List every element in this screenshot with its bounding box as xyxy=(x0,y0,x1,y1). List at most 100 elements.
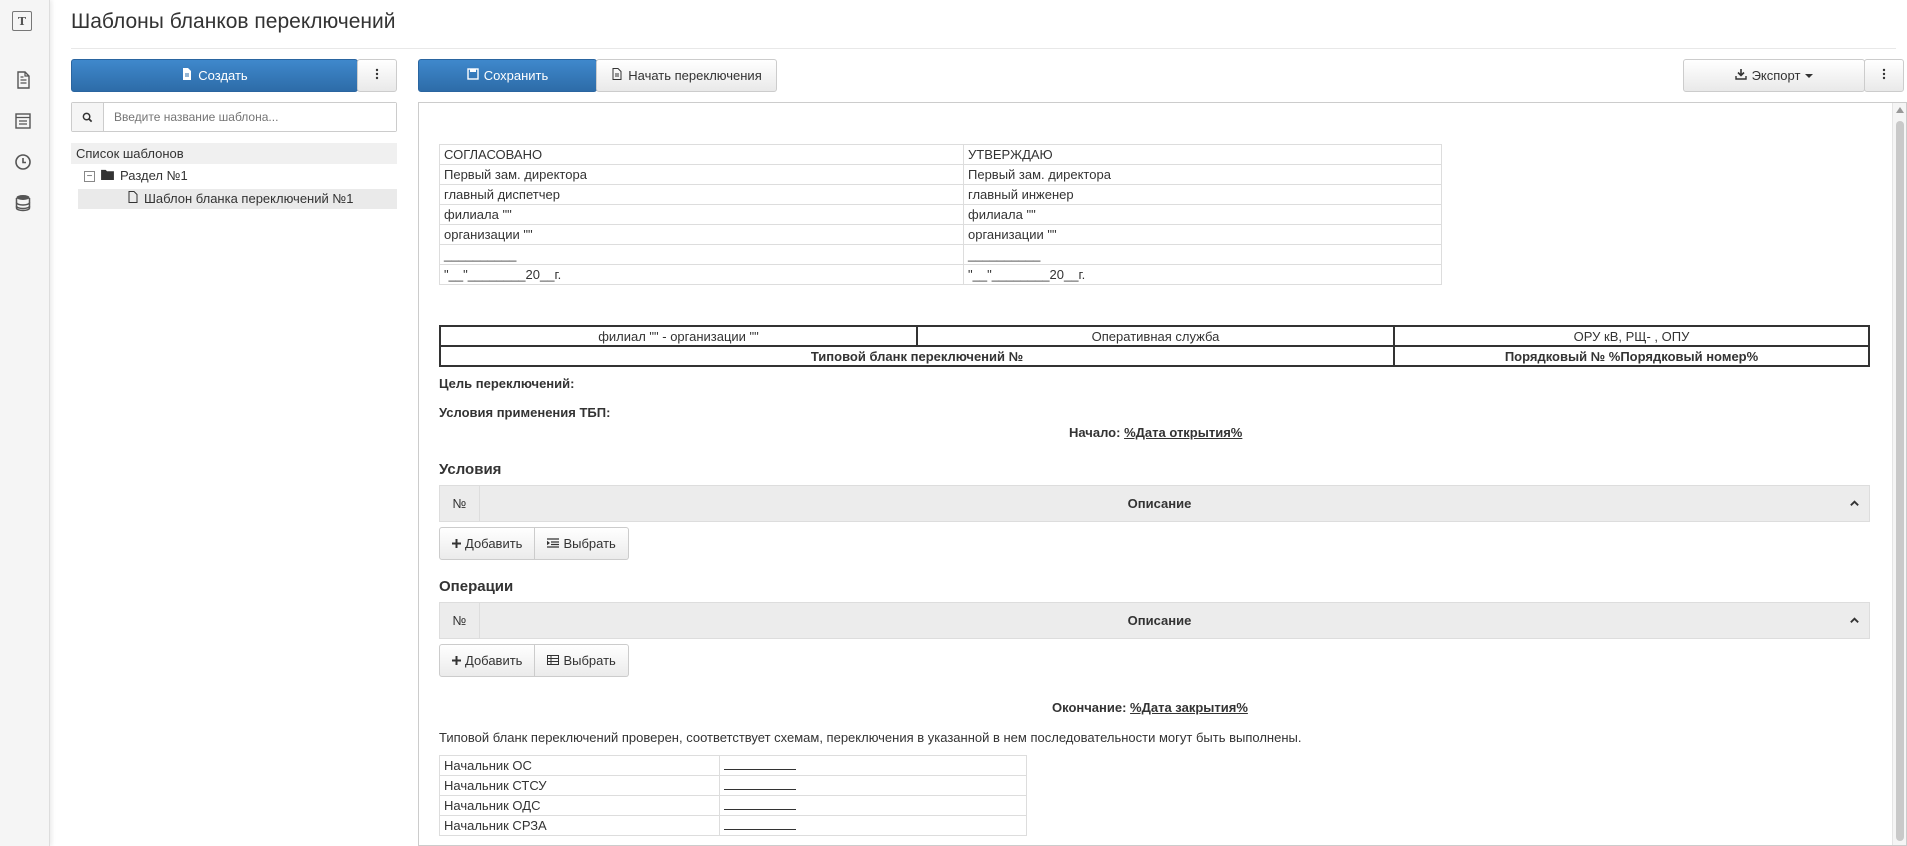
chevron-up-icon[interactable] xyxy=(1839,603,1869,638)
signature-line xyxy=(719,795,1027,816)
end-date: Окончание: %Дата закрытия% xyxy=(1052,700,1248,715)
signature-cell: УТВЕРЖДАЮ xyxy=(963,144,1442,165)
save-button-label: Сохранить xyxy=(483,68,549,83)
blank-header-table: филиал "" - организации "" Оперативная с… xyxy=(439,325,1870,367)
conditions-of-use-label: Условия применения ТБП: xyxy=(439,405,611,420)
start-label: Начало: xyxy=(1069,425,1121,440)
table-row: Первый зам. директора Первый зам. директо… xyxy=(439,164,1442,185)
file-icon xyxy=(181,68,193,83)
clock-icon[interactable] xyxy=(12,151,34,173)
signature-line xyxy=(719,755,1027,776)
caret-down-icon xyxy=(1805,73,1814,78)
table-row: СОГЛАСОВАНО УТВЕРЖДАЮ xyxy=(439,144,1442,165)
table-row: Начальник СТСУ xyxy=(439,775,1027,796)
operations-title: Операции xyxy=(439,578,514,595)
collapse-icon[interactable]: − xyxy=(84,170,95,182)
table-row: филиала "" филиала "" xyxy=(439,204,1442,225)
plus-icon xyxy=(452,536,461,551)
logo-icon[interactable]: T xyxy=(12,11,32,31)
goal-label: Цель переключений: xyxy=(439,376,575,391)
signature-cell: организации "" xyxy=(963,224,1442,245)
operations-select-button[interactable]: Выбрать xyxy=(535,644,629,677)
header-cell: филиал "" - организации "" xyxy=(439,325,918,347)
column-number: № xyxy=(440,603,480,638)
conditions-actions: Добавить Выбрать xyxy=(439,527,629,560)
export-button-label: Экспорт xyxy=(1751,68,1801,83)
list-icon xyxy=(546,536,560,551)
database-icon[interactable] xyxy=(12,192,34,214)
save-button[interactable]: Сохранить xyxy=(418,59,597,92)
document-icon[interactable] xyxy=(12,69,34,91)
save-icon xyxy=(466,68,479,83)
table-row: филиал "" - организации "" Оперативная с… xyxy=(439,325,1870,347)
tree-item-label: Шаблон бланка переключений №1 xyxy=(144,191,354,206)
download-icon xyxy=(1734,68,1747,83)
signature-cell: Первый зам. директора xyxy=(439,164,964,185)
signature-cell: филиала "" xyxy=(439,204,964,225)
add-label: Добавить xyxy=(465,536,523,551)
operations-add-button[interactable]: Добавить xyxy=(439,644,536,677)
chief-title: Начальник СТСУ xyxy=(439,775,720,796)
table-row: Начальник ОС xyxy=(439,755,1027,776)
tree-item-template[interactable]: Шаблон бланка переключений №1 xyxy=(78,189,397,209)
folder-icon xyxy=(101,166,114,186)
create-more-button[interactable] xyxy=(357,59,397,92)
create-button-label: Создать xyxy=(198,68,248,83)
start-switching-button[interactable]: Начать переключения xyxy=(596,59,777,92)
scrollbar-thumb[interactable] xyxy=(1896,121,1904,841)
export-button[interactable]: Экспорт xyxy=(1683,59,1865,92)
table-icon xyxy=(547,653,560,668)
conditions-select-button[interactable]: Выбрать xyxy=(535,527,629,560)
document-panel: СОГЛАСОВАНО УТВЕРЖДАЮ Первый зам. директо… xyxy=(418,102,1907,846)
vertical-scrollbar[interactable] xyxy=(1892,103,1906,845)
conditions-title: Условия xyxy=(439,461,502,478)
checklist-icon[interactable] xyxy=(12,110,34,132)
operations-grid-header: № Описание xyxy=(439,602,1870,639)
signature-cell: организации "" xyxy=(439,224,964,245)
search-box xyxy=(71,102,397,132)
chiefs-table: Начальник ОС Начальник СТСУ Начальник ОД… xyxy=(439,755,1027,836)
tree-section[interactable]: − Раздел №1 xyxy=(84,166,188,186)
scroll-up-icon[interactable] xyxy=(1896,107,1904,113)
verification-note: Типовой бланк переключений проверен, соо… xyxy=(439,730,1302,745)
header-cell: Порядковый № %Порядковый номер% xyxy=(1393,345,1870,367)
file-outline-icon xyxy=(128,189,138,209)
chief-title: Начальник ОДС xyxy=(439,795,720,816)
table-row: "__"________20__г. "__"________20__г. xyxy=(439,264,1442,285)
signature-cell: __________ xyxy=(963,244,1442,265)
column-description: Описание xyxy=(1127,613,1192,628)
start-date: Начало: %Дата открытия% xyxy=(1069,425,1242,440)
select-label: Выбрать xyxy=(563,536,616,551)
column-number: № xyxy=(440,486,480,521)
signature-cell: СОГЛАСОВАНО xyxy=(439,144,964,165)
signature-cell: __________ xyxy=(439,244,964,265)
signature-table: СОГЛАСОВАНО УТВЕРЖДАЮ Первый зам. директо… xyxy=(439,144,1442,285)
add-label: Добавить xyxy=(465,653,523,668)
kebab-icon xyxy=(1878,68,1890,83)
column-description: Описание xyxy=(1127,496,1192,511)
icon-rail: T xyxy=(0,0,50,846)
export-more-button[interactable] xyxy=(1864,59,1904,92)
chief-title: Начальник СРЗА xyxy=(439,815,720,836)
signature-cell: филиала "" xyxy=(963,204,1442,225)
tree-section-label: Раздел №1 xyxy=(120,168,188,183)
table-row: Типовой бланк переключений № Порядковый … xyxy=(439,345,1870,367)
conditions-add-button[interactable]: Добавить xyxy=(439,527,536,560)
table-row: Начальник ОДС xyxy=(439,795,1027,816)
chief-title: Начальник ОС xyxy=(439,755,720,776)
create-button[interactable]: Создать xyxy=(71,59,358,92)
end-date-link[interactable]: %Дата закрытия% xyxy=(1130,700,1248,715)
tree-header: Список шаблонов xyxy=(71,143,397,164)
signature-line xyxy=(719,775,1027,796)
table-row: организации "" организации "" xyxy=(439,224,1442,245)
header-cell: Типовой бланк переключений № xyxy=(439,345,1395,367)
search-input[interactable] xyxy=(104,103,396,131)
start-switching-label: Начать переключения xyxy=(628,68,762,83)
start-date-link[interactable]: %Дата открытия% xyxy=(1124,425,1242,440)
page-title: Шаблоны бланков переключений xyxy=(71,10,396,33)
signature-cell: "__"________20__г. xyxy=(963,264,1442,285)
chevron-up-icon[interactable] xyxy=(1839,486,1869,521)
signature-cell: "__"________20__г. xyxy=(439,264,964,285)
table-row: Начальник СРЗА xyxy=(439,815,1027,836)
header-cell: Оперативная служба xyxy=(916,325,1395,347)
